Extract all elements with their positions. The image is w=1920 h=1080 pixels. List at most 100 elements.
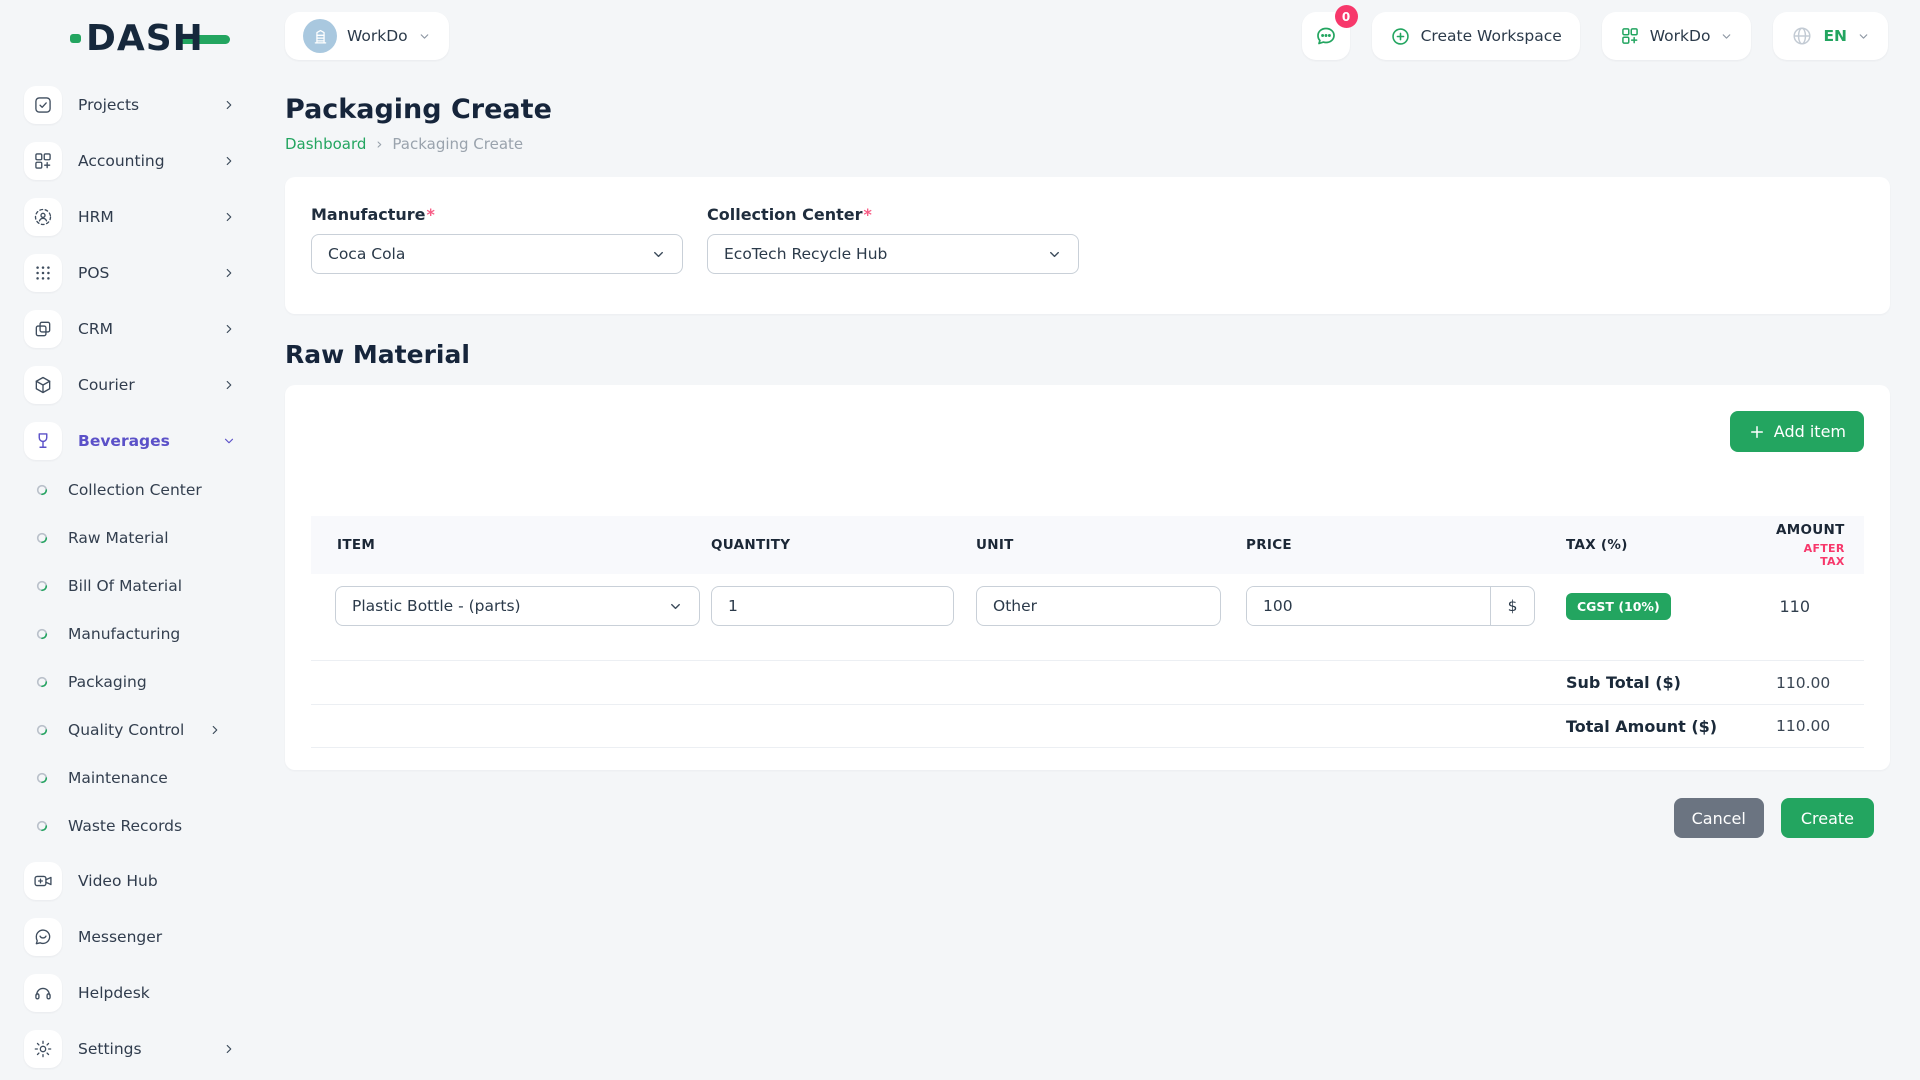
sidebar-item-accounting[interactable]: Accounting [24, 142, 236, 180]
add-item-label: Add item [1774, 422, 1846, 441]
sidebar-item-settings[interactable]: Settings [24, 1030, 236, 1068]
sidebar-item-pos[interactable]: POS [24, 254, 236, 292]
collection-center-select[interactable]: EcoTech Recycle Hub [707, 234, 1079, 274]
price-input[interactable] [1247, 587, 1490, 625]
sub-total-row: Sub Total ($) 110.00 [311, 660, 1864, 704]
sidebar-item-collection-center[interactable]: Collection Center [36, 478, 236, 502]
tax-badge[interactable]: CGST (10%) [1566, 593, 1671, 620]
app-logo[interactable]: DASH [70, 18, 230, 59]
chevron-right-icon [222, 210, 236, 224]
chevron-right-icon [208, 723, 222, 737]
workspace-label: WorkDo [347, 27, 408, 45]
sidebar-item-maintenance[interactable]: Maintenance [36, 766, 236, 790]
sidebar-item-waste-records[interactable]: Waste Records [36, 814, 236, 838]
language-selector[interactable]: EN [1773, 12, 1888, 60]
sidebar-item-quality-control[interactable]: Quality Control [36, 718, 236, 742]
logo-accent-dot [70, 34, 81, 43]
chevron-right-icon [222, 154, 236, 168]
table-row: Plastic Bottle - (parts) $ CGST (10 [311, 574, 1864, 660]
sidebar-item-label: CRM [78, 320, 113, 338]
sidebar-item-courier[interactable]: Courier [24, 366, 236, 404]
globe-icon [1791, 25, 1813, 47]
chevron-right-icon [222, 322, 236, 336]
raw-material-heading: Raw Material [285, 340, 1890, 369]
column-header-item: ITEM [311, 537, 711, 553]
column-header-quantity: QUANTITY [711, 537, 976, 553]
sidebar-item-hrm[interactable]: HRM [24, 198, 236, 236]
sidebar-item-manufacturing[interactable]: Manufacturing [36, 622, 236, 646]
required-mark: * [427, 205, 435, 224]
bullet-circle-icon [36, 580, 48, 592]
collection-center-select-value: EcoTech Recycle Hub [724, 245, 887, 263]
column-header-after-tax: AFTER TAX [1776, 542, 1845, 568]
overlapping-squares-icon [24, 310, 62, 348]
total-amount-label: Total Amount ($) [1536, 717, 1776, 736]
item-select-value: Plastic Bottle - (parts) [352, 597, 521, 615]
row-amount: 110 [1776, 597, 1864, 616]
create-button[interactable]: Create [1781, 798, 1874, 838]
manufacture-select-value: Coca Cola [328, 245, 405, 263]
logo-text: DASH [70, 18, 204, 59]
messages-button[interactable]: 0 [1302, 12, 1350, 60]
create-workspace-label: Create Workspace [1421, 27, 1562, 45]
chevron-right-icon [222, 1042, 236, 1056]
bullet-circle-icon [36, 820, 48, 832]
workspace-switcher[interactable]: WorkDo [285, 12, 449, 60]
create-workspace-button[interactable]: Create Workspace [1372, 12, 1580, 60]
sidebar-item-label: Beverages [78, 432, 170, 450]
sidebar-item-helpdesk[interactable]: Helpdesk [24, 974, 236, 1012]
messages-count-badge: 0 [1335, 5, 1358, 28]
sidebar-item-label: Projects [78, 96, 139, 114]
sidebar-item-label: HRM [78, 208, 114, 226]
manufacture-label: Manufacture* [311, 205, 683, 224]
chevron-right-icon [222, 378, 236, 392]
add-item-button[interactable]: Add item [1730, 411, 1864, 452]
chevron-right-icon [222, 98, 236, 112]
sub-total-label: Sub Total ($) [1536, 673, 1776, 692]
gear-icon [24, 1030, 62, 1068]
unit-input[interactable] [976, 586, 1221, 626]
item-select[interactable]: Plastic Bottle - (parts) [335, 586, 700, 626]
sidebar-item-video-hub[interactable]: Video Hub [24, 862, 236, 900]
column-header-unit: UNIT [976, 537, 1246, 553]
grid-plus-icon [24, 142, 62, 180]
sidebar-item-crm[interactable]: CRM [24, 310, 236, 348]
total-amount-row: Total Amount ($) 110.00 [311, 704, 1864, 748]
breadcrumb: Dashboard › Packaging Create [285, 135, 1890, 153]
sidebar-subitem-label: Packaging [68, 673, 147, 691]
beverages-submenu: Collection Center Raw Material Bill Of M… [36, 478, 260, 838]
bullet-circle-icon [36, 724, 48, 736]
breadcrumb-current: Packaging Create [392, 135, 523, 153]
breadcrumb-dashboard-link[interactable]: Dashboard [285, 135, 366, 153]
main-content: Packaging Create Dashboard › Packaging C… [285, 72, 1890, 838]
sidebar-subitem-label: Maintenance [68, 769, 168, 787]
sidebar-item-label: Helpdesk [78, 984, 150, 1002]
wine-glass-icon [24, 422, 62, 460]
manufacture-select[interactable]: Coca Cola [311, 234, 683, 274]
video-camera-icon [24, 862, 62, 900]
sidebar-item-label: Settings [78, 1040, 142, 1058]
currency-suffix: $ [1490, 587, 1534, 625]
sidebar-item-label: Courier [78, 376, 135, 394]
sidebar-item-beverages[interactable]: Beverages [24, 422, 236, 460]
plus-circle-icon [1390, 26, 1411, 47]
sidebar-item-label: Accounting [78, 152, 165, 170]
sidebar-item-packaging[interactable]: Packaging [36, 670, 236, 694]
collection-center-label: Collection Center* [707, 205, 1079, 224]
package-box-icon [24, 366, 62, 404]
chevron-down-icon [668, 599, 683, 614]
sidebar-subitem-label: Bill Of Material [68, 577, 182, 595]
sidebar-item-bill-of-material[interactable]: Bill Of Material [36, 574, 236, 598]
sidebar-item-messenger[interactable]: Messenger [24, 918, 236, 956]
check-square-icon [24, 86, 62, 124]
quantity-input[interactable] [711, 586, 954, 626]
cancel-button[interactable]: Cancel [1674, 798, 1764, 838]
company-menu-button[interactable]: WorkDo [1602, 12, 1752, 60]
bullet-circle-icon [36, 484, 48, 496]
sidebar-subitem-label: Collection Center [68, 481, 202, 499]
person-dashed-circle-icon [24, 198, 62, 236]
total-amount-value: 110.00 [1776, 717, 1884, 735]
grid-plus-icon [1620, 26, 1640, 46]
sidebar-item-projects[interactable]: Projects [24, 86, 236, 124]
sidebar-item-raw-material[interactable]: Raw Material [36, 526, 236, 550]
